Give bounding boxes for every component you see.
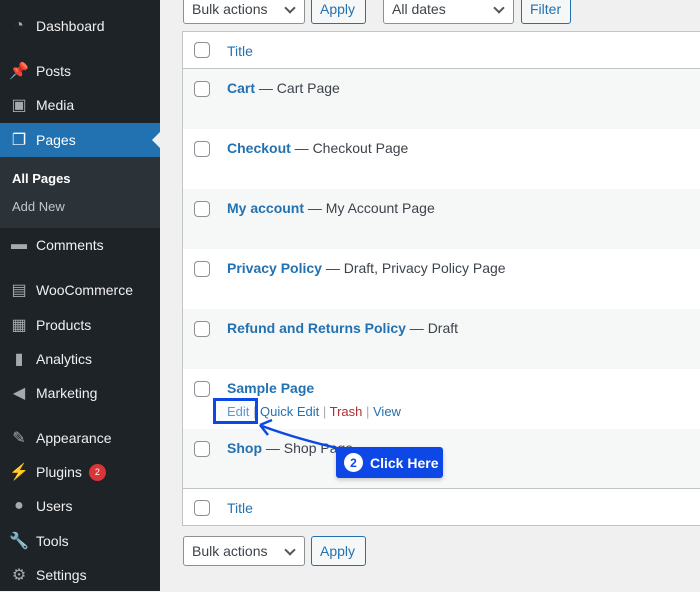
click-here-callout: 2 Click Here	[336, 447, 443, 478]
step-number: 2	[344, 453, 363, 472]
arrow-icon	[259, 418, 347, 452]
callout-text: Click Here	[370, 454, 439, 471]
